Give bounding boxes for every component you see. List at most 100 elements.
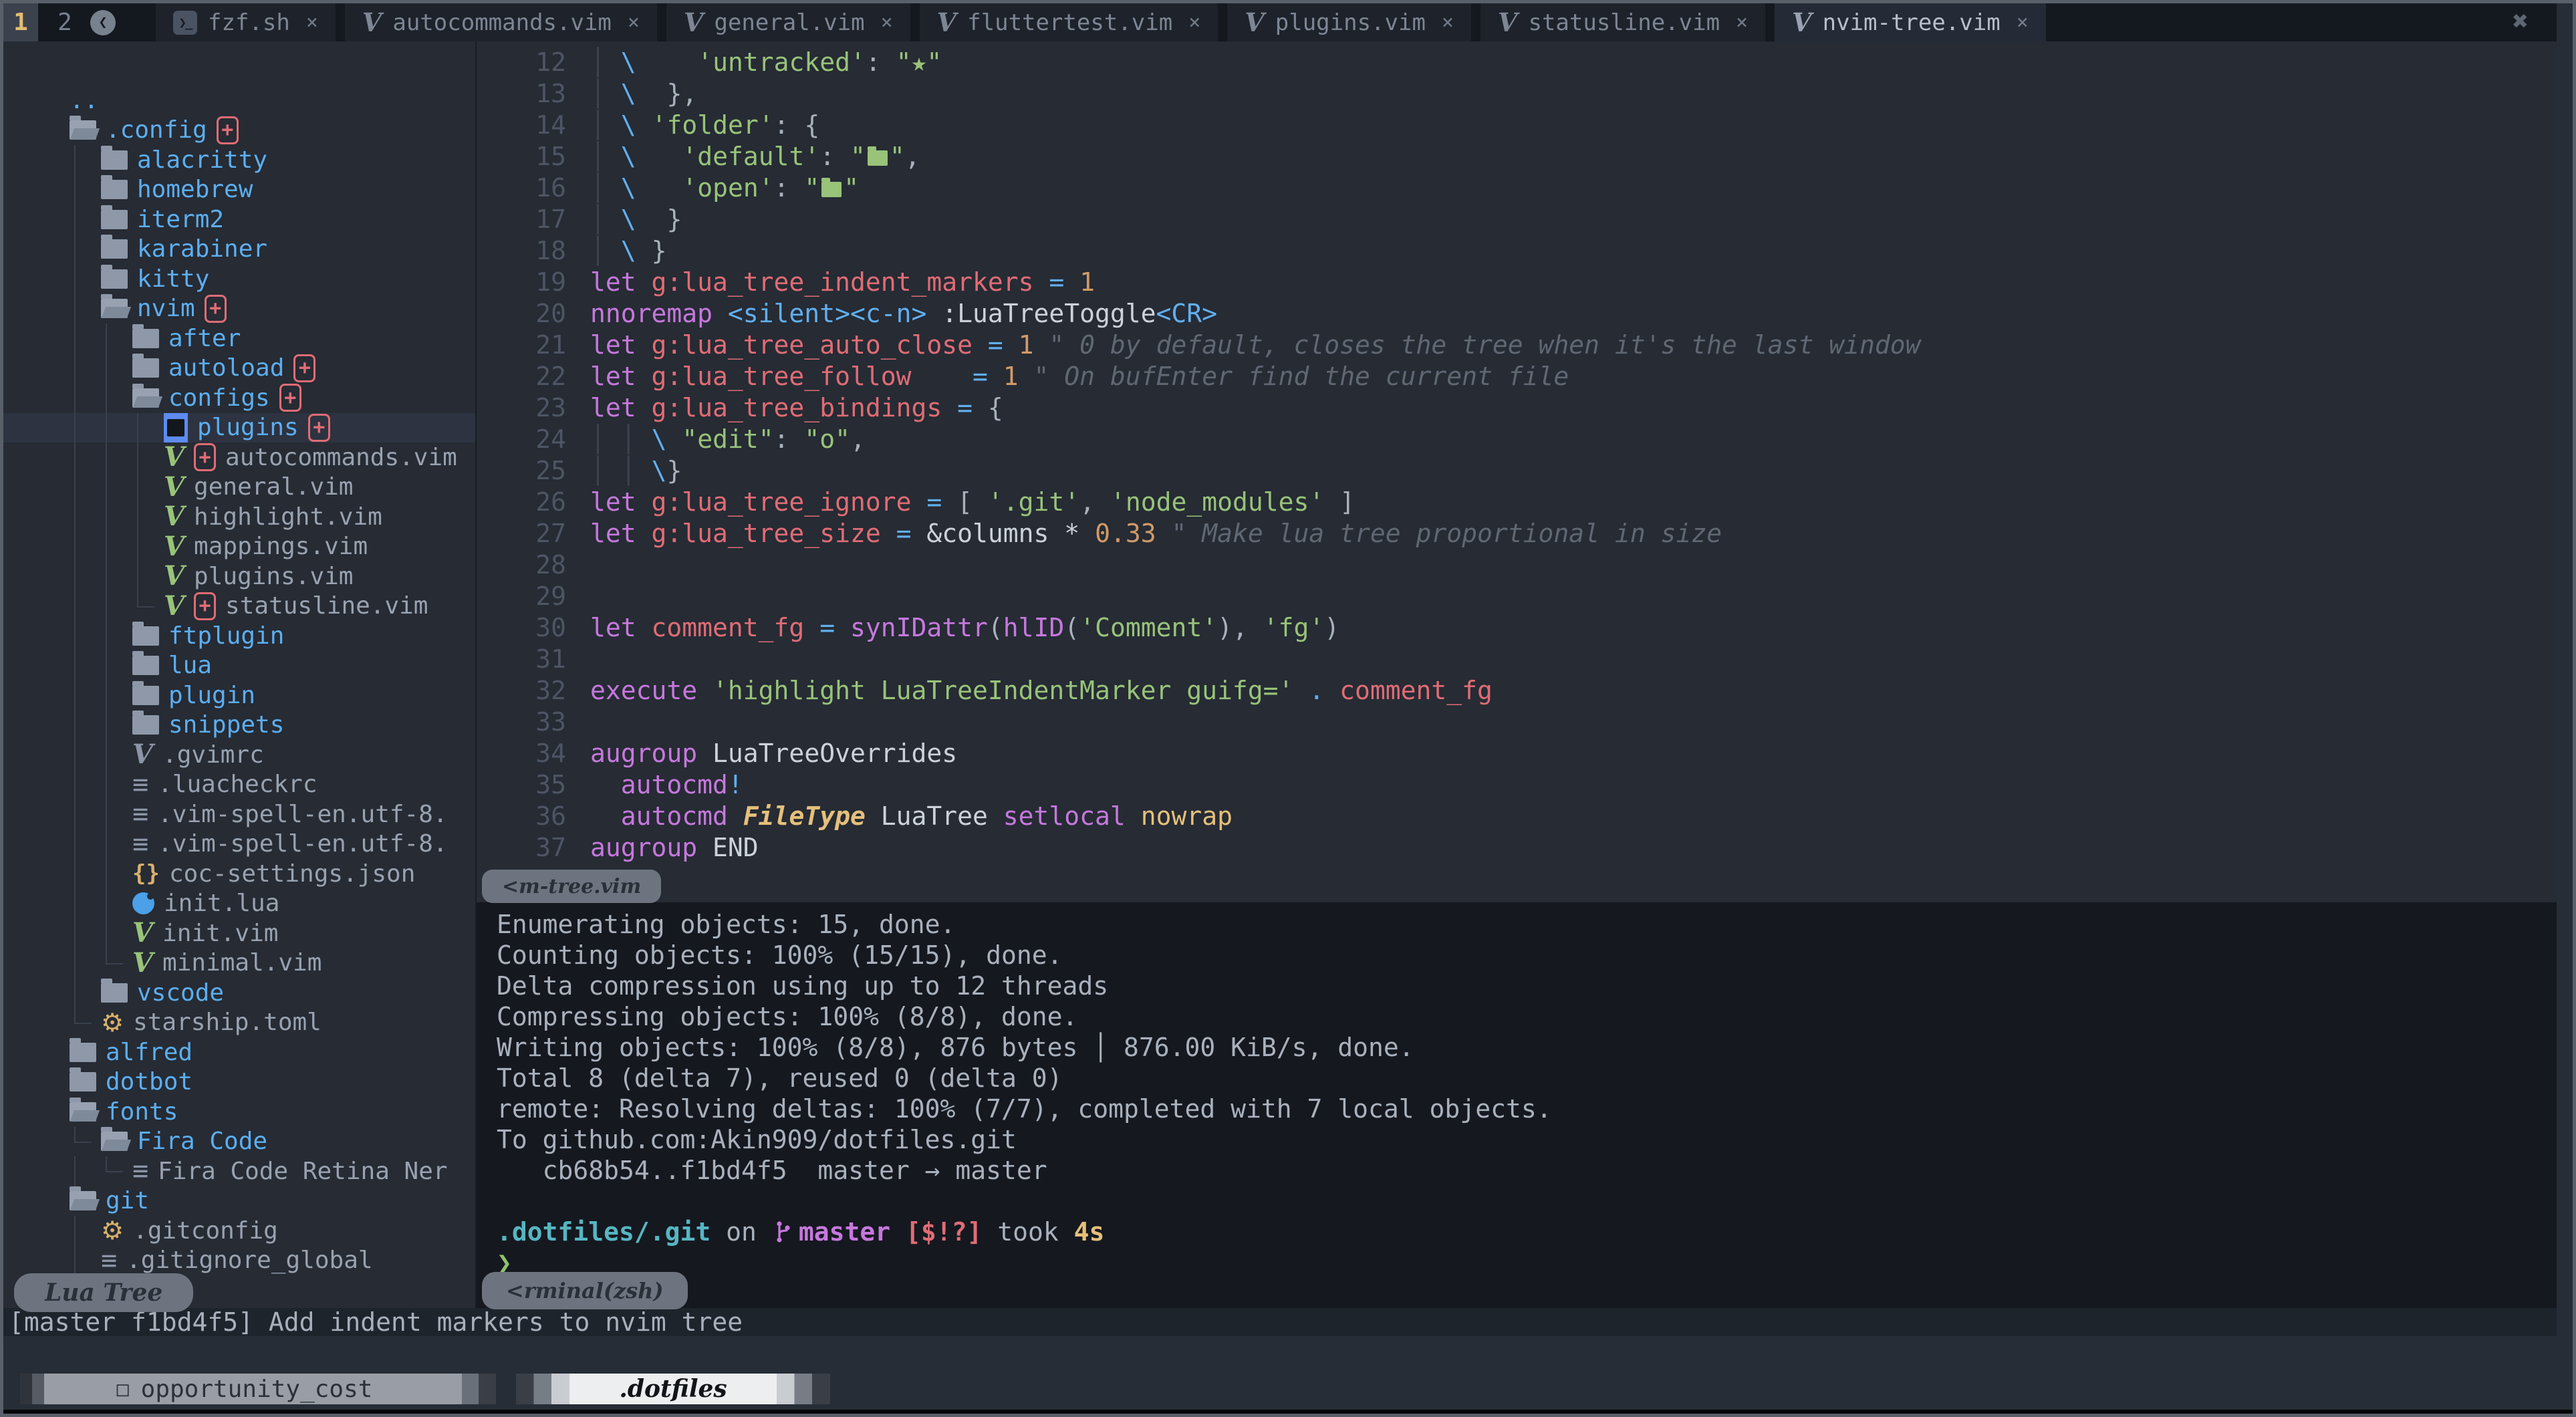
tree-row-nvim[interactable]: nvim+ [3, 294, 475, 324]
tree-row-.gitignore-global[interactable]: ≡.gitignore_global [3, 1246, 475, 1276]
tree-row-Fira-Code[interactable]: Fira Code [3, 1127, 475, 1157]
tree-row-init.vim[interactable]: Vinit.vim [3, 918, 475, 948]
code-token: comment_fg [1339, 676, 1493, 705]
tree-row-dotbot[interactable]: dotbot [3, 1067, 475, 1098]
tree-item-label: fonts [106, 1098, 178, 1126]
line-number: 19 [477, 267, 590, 298]
tree-row-.vim-spell-en.utf-8.[interactable]: ≡.vim-spell-en.utf-8. [3, 829, 475, 860]
tree-indent-guide [106, 442, 107, 473]
tab-fluttertest.vim[interactable]: Vfluttertest.vim× [920, 3, 1218, 41]
tree-row-snippets[interactable]: snippets [3, 711, 475, 741]
git-new-badge: + [194, 592, 216, 620]
tab-close-icon[interactable]: × [881, 11, 893, 34]
tree-row-autoload[interactable]: autoload+ [3, 354, 475, 384]
tab-close-icon[interactable]: × [306, 11, 318, 34]
tab-nvim-tree.vim[interactable]: Vnvim-tree.vim× [1775, 3, 2046, 41]
code-token: = [926, 487, 942, 517]
code-token [1293, 676, 1309, 705]
editor-buffer[interactable]: 12│ \ 'untracked': "★"13│ \ },14│ \ 'fol… [477, 41, 2557, 902]
line-number: 24 [477, 424, 590, 455]
code-token [636, 79, 667, 108]
code-token: "★" [896, 47, 942, 77]
tab-close-icon[interactable]: × [1442, 11, 1454, 34]
code-token: " On bufEnter find the current file [1034, 362, 1569, 391]
tree-row-alfred[interactable]: alfred [3, 1037, 475, 1067]
tree-row-vscode[interactable]: vscode [3, 978, 475, 1008]
code-text: │ \ 'default': "", [590, 141, 920, 172]
tree-row-.luacheckrc[interactable]: ≡.luacheckrc [3, 770, 475, 800]
tree-row-fonts[interactable]: fonts [3, 1097, 475, 1127]
tree-row-autocommands.vim[interactable]: V+autocommands.vim [3, 442, 475, 473]
tree-row-.config[interactable]: .config+ [3, 116, 475, 146]
close-all-icon[interactable]: ✖ [2513, 6, 2529, 37]
tab-fzf.sh[interactable]: ❯_fzf.sh× [156, 3, 336, 41]
editor-line-21: 21let g:lua_tree_auto_close = 1 " 0 by d… [477, 330, 2557, 361]
tree-row-starship.toml[interactable]: ⚙starship.toml [3, 1008, 475, 1038]
code-token [1003, 330, 1019, 360]
tree-row-statusline.vim[interactable]: V+statusline.vim [3, 592, 475, 622]
code-token: \ [621, 236, 636, 265]
tree-row-ftplugin[interactable]: ftplugin [3, 621, 475, 651]
tree-statusline-pill: Lua Tree [14, 1273, 193, 1312]
text-file-icon: ≡ [132, 771, 148, 798]
editor-line-25: 25│ │ \} [477, 455, 2557, 487]
tmux-window-.dotfiles[interactable]: .dotfiles [569, 1374, 777, 1404]
line-number: 35 [477, 769, 590, 801]
tab-statusline.vim[interactable]: Vstatusline.vim× [1480, 3, 1765, 41]
tab-general.vim[interactable]: Vgeneral.vim× [666, 3, 910, 41]
line-number: 22 [477, 361, 590, 392]
line-number: 34 [477, 738, 590, 769]
tree-row-plugin[interactable]: plugin [3, 680, 475, 711]
tmux-window-opportunity_cost[interactable]: □opportunity_cost [44, 1374, 445, 1404]
code-token: │ [590, 47, 606, 77]
tree-row-plugins[interactable]: plugins+ [3, 413, 475, 443]
tree-item-label: Fira Code Retina Ner [158, 1158, 447, 1185]
window-2-indicator[interactable]: 2 [47, 3, 82, 41]
code-token: "edit" [682, 424, 773, 454]
window-1-indicator[interactable]: 1 [3, 3, 38, 41]
tab-plugins.vim[interactable]: Vplugins.vim× [1227, 3, 1471, 41]
tree-row-coc-settings.json[interactable]: {}coc-settings.json [3, 859, 475, 889]
tree-row-mappings.vim[interactable]: Vmappings.vim [3, 532, 475, 562]
tree-row-alacritty[interactable]: alacritty [3, 145, 475, 175]
tree-indent-guide [74, 978, 76, 1008]
code-token: 'fg' [1263, 613, 1325, 642]
tab-close-icon[interactable]: × [1736, 11, 1748, 34]
code-token: : [819, 142, 850, 171]
code-token: ( [1064, 613, 1079, 642]
tree-row-.gitconfig[interactable]: ⚙.gitconfig [3, 1216, 475, 1246]
code-text: let g:lua_tree_size = &columns * 0.33 " … [590, 518, 1722, 549]
tab-list: ❯_fzf.sh×Vautocommands.vim×Vgeneral.vim×… [156, 3, 2055, 41]
tab-close-icon[interactable]: × [2017, 11, 2029, 34]
tree-row-Fira-Code-Retina-Ner[interactable]: ≡Fira Code Retina Ner [3, 1156, 475, 1186]
code-token: on [711, 1216, 772, 1247]
tree-row-.gvimrc[interactable]: V.gvimrc [3, 740, 475, 770]
vim-file-icon: V [164, 474, 184, 501]
tab-autocommands.vim[interactable]: Vautocommands.vim× [345, 3, 657, 41]
tree-row-iterm2[interactable]: iterm2 [3, 205, 475, 235]
tree-row-lua[interactable]: lua [3, 651, 475, 681]
tab-label: general.vim [714, 9, 864, 36]
history-back-icon[interactable]: ❮ [90, 10, 116, 35]
tree-row-configs[interactable]: configs+ [3, 383, 475, 413]
tree-row-.vim-spell-en.utf-8.[interactable]: ≡.vim-spell-en.utf-8. [3, 799, 475, 829]
tree-indent-guide [74, 145, 76, 175]
tree-indent-guide [106, 711, 107, 741]
git-new-badge: + [217, 116, 239, 144]
tree-row-git[interactable]: git [3, 1186, 475, 1216]
tree-row-kitty[interactable]: kitty [3, 264, 475, 294]
tree-row-general.vim[interactable]: Vgeneral.vim [3, 473, 475, 503]
tree-row-homebrew[interactable]: homebrew [3, 175, 475, 205]
tree-row-after[interactable]: after [3, 324, 475, 354]
tree-indent-guide [106, 918, 107, 948]
terminal-split[interactable]: Enumerating objects: 15, done.Counting o… [477, 902, 2557, 1308]
tab-close-icon[interactable]: × [628, 11, 640, 34]
tree-row-highlight.vim[interactable]: Vhighlight.vim [3, 502, 475, 532]
tree-row-..[interactable]: .. [3, 86, 475, 116]
tree-row-plugins.vim[interactable]: Vplugins.vim [3, 561, 475, 592]
tree-row-karabiner[interactable]: karabiner [3, 235, 475, 265]
code-token: g:lua_tree_bindings [652, 393, 942, 422]
tree-row-init.lua[interactable]: init.lua [3, 889, 475, 919]
tab-close-icon[interactable]: × [1188, 11, 1200, 34]
tree-row-minimal.vim[interactable]: Vminimal.vim [3, 948, 475, 979]
